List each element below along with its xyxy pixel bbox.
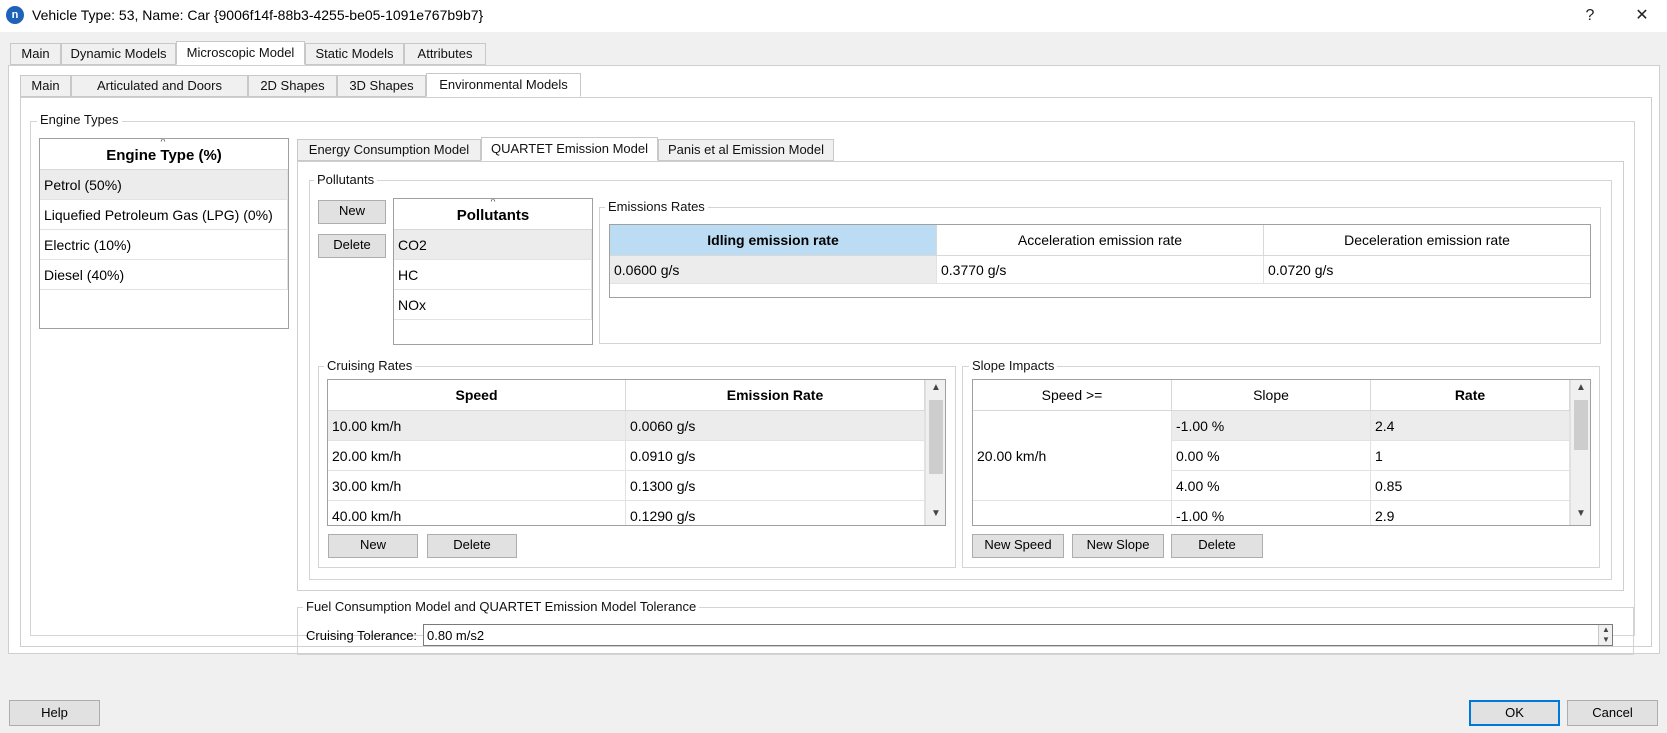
- pollutants-list: ^ Pollutants CO2 HC NOx: [393, 198, 593, 345]
- top-tabbar: Main Dynamic Models Microscopic Model St…: [10, 41, 1660, 67]
- tab-quartet-emission-model[interactable]: QUARTET Emission Model: [481, 137, 658, 161]
- slope-header[interactable]: Slope: [1172, 380, 1371, 411]
- slope-delete-button[interactable]: Delete: [1171, 534, 1263, 558]
- scroll-down-icon[interactable]: ▼: [1571, 508, 1590, 519]
- idling-header[interactable]: Idling emission rate: [610, 225, 937, 256]
- tab-3d-shapes[interactable]: 3D Shapes: [337, 75, 426, 97]
- tab-attributes[interactable]: Attributes: [404, 43, 486, 65]
- slope-impacts-table: Speed >= Slope Rate 20.00 km/h -1.00 % 2…: [972, 379, 1591, 526]
- window-title: Vehicle Type: 53, Name: Car {9006f14f-88…: [32, 7, 484, 23]
- rate-header[interactable]: Rate: [1371, 380, 1570, 411]
- scroll-down-icon[interactable]: ▼: [926, 508, 945, 519]
- tab-articulated-doors[interactable]: Articulated and Doors: [71, 75, 248, 97]
- ok-button[interactable]: OK: [1469, 700, 1560, 726]
- cruising-rate-cell[interactable]: 0.1290 g/s: [626, 501, 925, 525]
- slope-cell[interactable]: 4.00 %: [1172, 471, 1371, 501]
- cruising-speed-cell[interactable]: 30.00 km/h: [328, 471, 626, 501]
- scroll-up-icon[interactable]: ▲: [926, 382, 945, 393]
- new-speed-button[interactable]: New Speed: [972, 534, 1064, 558]
- spin-buttons[interactable]: ▲ ▼: [1598, 625, 1612, 645]
- slope-cell[interactable]: 0.00 %: [1172, 441, 1371, 471]
- pollutant-row-co2[interactable]: CO2: [394, 230, 592, 260]
- cruising-speed-cell[interactable]: 10.00 km/h: [328, 411, 626, 441]
- cruising-scrollbar[interactable]: ▲ ▼: [925, 380, 945, 525]
- engine-row-electric[interactable]: Electric (10%): [40, 230, 288, 260]
- pollutants-group-label: Pollutants: [314, 172, 378, 187]
- speed-header[interactable]: Speed: [328, 380, 626, 411]
- close-window-button[interactable]: ✕: [1628, 4, 1656, 28]
- emissions-rates-label: Emissions Rates: [605, 199, 708, 214]
- slope-cell[interactable]: -1.00 %: [1172, 411, 1371, 441]
- pollutant-row-nox[interactable]: NOx: [394, 290, 592, 320]
- cruising-rates-table: Speed Emission Rate 10.00 km/h 0.0060 g/…: [327, 379, 946, 526]
- deceleration-value[interactable]: 0.0720 g/s: [1264, 256, 1590, 284]
- acceleration-header[interactable]: Acceleration emission rate: [937, 225, 1264, 256]
- slope-scrollbar[interactable]: ▲ ▼: [1570, 380, 1590, 525]
- tolerance-group-label: Fuel Consumption Model and QUARTET Emiss…: [303, 599, 700, 614]
- rate-cell[interactable]: 1: [1371, 441, 1570, 471]
- pollutants-header[interactable]: Pollutants: [394, 199, 592, 230]
- rate-cell[interactable]: 2.9: [1371, 501, 1570, 525]
- new-pollutant-button[interactable]: New: [318, 200, 386, 224]
- emissions-rates-table: Idling emission rate Acceleration emissi…: [609, 224, 1591, 298]
- engine-row-petrol[interactable]: Petrol (50%): [40, 170, 288, 200]
- engine-types-label: Engine Types: [37, 112, 122, 127]
- idling-value[interactable]: 0.0600 g/s: [610, 256, 937, 284]
- cruising-rate-cell[interactable]: 0.0910 g/s: [626, 441, 925, 471]
- title-bar: n Vehicle Type: 53, Name: Car {9006f14f-…: [0, 0, 1667, 32]
- slope-cell[interactable]: -1.00 %: [1172, 501, 1371, 525]
- tab-panis-emission-model[interactable]: Panis et al Emission Model: [658, 139, 834, 161]
- tab-static-models[interactable]: Static Models: [305, 43, 404, 65]
- spin-down-icon[interactable]: ▼: [1599, 635, 1613, 645]
- rate-cell[interactable]: 0.85: [1371, 471, 1570, 501]
- app-logo-icon: n: [6, 6, 24, 24]
- tab-environmental-models[interactable]: Environmental Models: [426, 73, 581, 97]
- acceleration-value[interactable]: 0.3770 g/s: [937, 256, 1264, 284]
- tab-2d-shapes[interactable]: 2D Shapes: [248, 75, 337, 97]
- cruising-speed-cell[interactable]: 40.00 km/h: [328, 501, 626, 525]
- cancel-button[interactable]: Cancel: [1567, 700, 1658, 726]
- spin-up-icon[interactable]: ▲: [1599, 625, 1613, 635]
- help-question-button[interactable]: ?: [1576, 4, 1604, 28]
- slope-speed-empty-cell[interactable]: [973, 501, 1172, 525]
- rate-cell[interactable]: 2.4: [1371, 411, 1570, 441]
- cruising-speed-cell[interactable]: 20.00 km/h: [328, 441, 626, 471]
- scroll-up-icon[interactable]: ▲: [1571, 382, 1590, 393]
- cruising-new-button[interactable]: New: [328, 534, 418, 558]
- scroll-thumb[interactable]: [929, 400, 943, 474]
- engine-type-header[interactable]: Engine Type (%): [40, 139, 288, 170]
- pollutant-row-hc[interactable]: HC: [394, 260, 592, 290]
- second-tabbar: Main Articulated and Doors 2D Shapes 3D …: [20, 73, 1650, 99]
- new-slope-button[interactable]: New Slope: [1072, 534, 1164, 558]
- engine-types-list: ^ Engine Type (%) Petrol (50%) Liquefied…: [39, 138, 289, 329]
- tab-main[interactable]: Main: [10, 43, 61, 65]
- speed-gte-header[interactable]: Speed >=: [973, 380, 1172, 411]
- scroll-thumb[interactable]: [1574, 400, 1588, 450]
- cruising-tolerance-label: Cruising Tolerance:: [306, 628, 418, 643]
- cruising-delete-button[interactable]: Delete: [427, 534, 517, 558]
- tab-energy-consumption-model[interactable]: Energy Consumption Model: [297, 139, 481, 161]
- tab-sub-main[interactable]: Main: [20, 75, 71, 97]
- slope-speed-group-cell[interactable]: 20.00 km/h: [973, 411, 1172, 501]
- cruising-rate-cell[interactable]: 0.1300 g/s: [626, 471, 925, 501]
- cruising-tolerance-value[interactable]: 0.80 m/s2: [427, 628, 484, 643]
- engine-row-diesel[interactable]: Diesel (40%): [40, 260, 288, 290]
- cruising-rates-label: Cruising Rates: [324, 358, 416, 373]
- help-button[interactable]: Help: [9, 700, 100, 726]
- model-tabbar: Energy Consumption Model QUARTET Emissio…: [297, 137, 897, 163]
- emission-rate-header[interactable]: Emission Rate: [626, 380, 925, 411]
- delete-pollutant-button[interactable]: Delete: [318, 234, 386, 258]
- cruising-rate-cell[interactable]: 0.0060 g/s: [626, 411, 925, 441]
- cruising-tolerance-spinbox[interactable]: 0.80 m/s2 ▲ ▼: [423, 624, 1613, 646]
- tab-microscopic-model[interactable]: Microscopic Model: [176, 41, 305, 65]
- slope-impacts-label: Slope Impacts: [969, 358, 1058, 373]
- engine-row-lpg[interactable]: Liquefied Petroleum Gas (LPG) (0%): [40, 200, 288, 230]
- tab-dynamic-models[interactable]: Dynamic Models: [61, 43, 176, 65]
- deceleration-header[interactable]: Deceleration emission rate: [1264, 225, 1590, 256]
